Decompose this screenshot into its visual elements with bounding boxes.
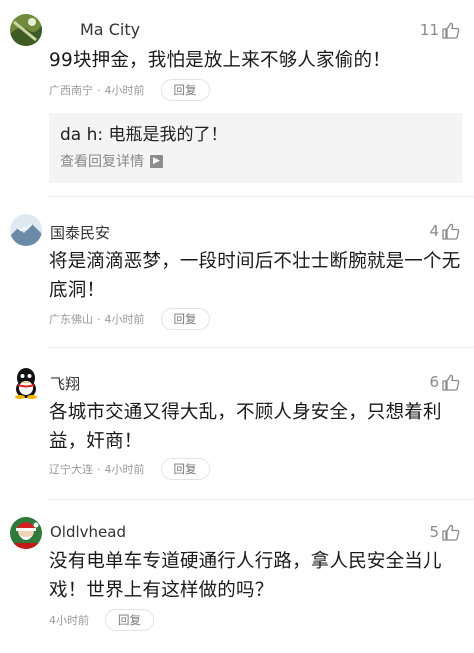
- comment-text: 将是滴滴恶梦，一段时间后不壮士断腕就是一个无底洞！: [49, 251, 461, 301]
- separator-dot: ·: [97, 312, 101, 326]
- comment-item: 飞翔 6 各城市交通又得大乱，不顾人身安全，只想着利益，奸商！ 辽宁大连 · 4…: [0, 347, 474, 498]
- like-count: 6: [429, 373, 439, 391]
- reply-button[interactable]: 回复: [160, 458, 210, 480]
- like-count: 11: [419, 21, 439, 39]
- comment-meta: 广东佛山 · 4小时前 回复: [49, 308, 210, 330]
- thumbs-up-icon: [442, 374, 460, 391]
- thumbs-up-icon: [442, 223, 460, 240]
- like-count: 4: [429, 222, 439, 240]
- view-reply-details-link[interactable]: 查看回复详情 ▶: [60, 151, 163, 171]
- username[interactable]: Ma City: [80, 20, 140, 39]
- avatar[interactable]: [10, 517, 42, 549]
- username[interactable]: 国泰民安: [50, 222, 110, 243]
- location: 广西南宁: [49, 84, 93, 97]
- chevron-right-icon: ▶: [150, 154, 163, 168]
- reply-button[interactable]: 回复: [160, 308, 210, 330]
- separator-dot: ·: [97, 83, 101, 97]
- username[interactable]: 飞翔: [50, 373, 80, 394]
- timestamp: 4小时前: [104, 313, 145, 326]
- sub-reply-text: da h: 电瓶是我的了！: [60, 125, 228, 145]
- timestamp: 4小时前: [104, 84, 145, 97]
- comment-item: 国泰民安 4 将是滴滴恶梦，一段时间后不壮士断腕就是一个无底洞！ 广东佛山 · …: [0, 196, 474, 346]
- thumbs-up-icon: [442, 22, 460, 39]
- comment-meta: 4小时前 回复: [49, 609, 154, 631]
- comment-text: 没有电单车专道硬通行人行路，拿人民安全当儿戏！世界上有这样做的吗？: [49, 551, 442, 601]
- timestamp: 4小时前: [49, 614, 89, 627]
- reply-button[interactable]: 回复: [105, 609, 154, 631]
- timestamp: 4小时前: [104, 463, 145, 476]
- like-button[interactable]: 4: [429, 222, 460, 240]
- reply-button[interactable]: 回复: [160, 79, 210, 101]
- comment-text: 99块押金，我怕是放上来不够人家偷的！: [49, 50, 391, 71]
- username[interactable]: Oldlvhead: [50, 523, 126, 541]
- avatar[interactable]: [12, 367, 40, 399]
- comment-text: 各城市交通又得大乱，不顾人身安全，只想着利益，奸商！: [49, 402, 442, 452]
- location: 广东佛山: [49, 313, 93, 326]
- separator-dot: ·: [97, 462, 101, 476]
- like-button[interactable]: 11: [420, 21, 460, 39]
- like-button[interactable]: 6: [429, 373, 460, 391]
- avatar[interactable]: [10, 14, 42, 46]
- sub-reply-box[interactable]: da h: 电瓶是我的了！ 查看回复详情 ▶: [49, 113, 462, 183]
- like-button[interactable]: 5: [429, 523, 460, 541]
- like-count: 5: [429, 523, 439, 541]
- comment-item: Ma City 11 99块押金，我怕是放上来不够人家偷的！ 广西南宁 · 4小…: [0, 0, 474, 195]
- view-reply-details-label: 查看回复详情: [60, 154, 144, 170]
- location: 辽宁大连: [49, 463, 93, 476]
- comment-item: Oldlvhead 5 没有电单车专道硬通行人行路，拿人民安全当儿戏！世界上有这…: [0, 499, 474, 653]
- avatar[interactable]: [10, 214, 42, 246]
- thumbs-up-icon: [442, 524, 460, 541]
- comment-meta: 广西南宁 · 4小时前 回复: [49, 79, 210, 101]
- comment-meta: 辽宁大连 · 4小时前 回复: [49, 458, 210, 480]
